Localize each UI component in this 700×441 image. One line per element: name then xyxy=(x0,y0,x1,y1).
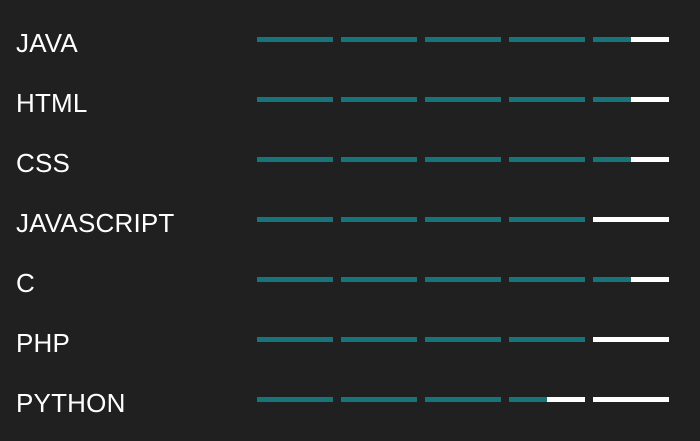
meter-segment xyxy=(257,337,333,342)
meter-segment-fill xyxy=(593,37,631,42)
skill-meter-python xyxy=(257,397,669,402)
meter-segment-fill xyxy=(593,97,631,102)
meter-segment xyxy=(257,277,333,282)
meter-segment xyxy=(593,337,669,342)
meter-segment-fill xyxy=(341,277,417,282)
meter-segment xyxy=(509,157,585,162)
meter-segment-fill xyxy=(509,97,585,102)
meter-segment xyxy=(341,277,417,282)
skill-meter-c xyxy=(257,277,669,282)
meter-segment-fill xyxy=(425,157,501,162)
skill-meter-javascript xyxy=(257,217,669,222)
skill-label-java: JAVA xyxy=(16,28,78,58)
skill-row-php: PHP xyxy=(0,323,700,383)
meter-segment xyxy=(341,397,417,402)
skill-label-javascript: JAVASCRIPT xyxy=(16,208,175,238)
skill-label-php: PHP xyxy=(16,328,71,358)
skill-meter-java xyxy=(257,37,669,42)
meter-segment xyxy=(341,157,417,162)
skill-row-html: HTML xyxy=(0,83,700,143)
meter-segment xyxy=(425,97,501,102)
meter-segment xyxy=(341,337,417,342)
meter-segment xyxy=(257,397,333,402)
skill-row-c: C xyxy=(0,263,700,323)
skill-row-css: CSS xyxy=(0,143,700,203)
meter-segment-fill xyxy=(509,337,585,342)
meter-segment xyxy=(341,37,417,42)
meter-segment-fill xyxy=(341,157,417,162)
meter-segment-fill xyxy=(341,337,417,342)
meter-segment-fill xyxy=(341,37,417,42)
meter-segment xyxy=(425,337,501,342)
meter-segment-fill xyxy=(425,337,501,342)
meter-segment xyxy=(257,217,333,222)
meter-segment xyxy=(341,217,417,222)
skill-label-python: PYTHON xyxy=(16,388,126,418)
meter-segment xyxy=(425,397,501,402)
meter-segment xyxy=(425,277,501,282)
meter-segment-fill xyxy=(425,217,501,222)
meter-segment-fill xyxy=(341,397,417,402)
meter-segment-fill xyxy=(257,277,333,282)
skill-label-c: C xyxy=(16,268,35,298)
skill-meter-php xyxy=(257,337,669,342)
meter-segment-fill xyxy=(509,217,585,222)
meter-segment-fill xyxy=(425,97,501,102)
meter-segment-fill xyxy=(593,157,631,162)
meter-segment-fill xyxy=(341,217,417,222)
meter-segment xyxy=(509,97,585,102)
meter-segment-fill xyxy=(509,397,547,402)
meter-segment xyxy=(593,397,669,402)
meter-segment xyxy=(257,37,333,42)
meter-segment-fill xyxy=(509,37,585,42)
meter-segment xyxy=(593,277,669,282)
meter-segment-fill xyxy=(509,157,585,162)
meter-segment-fill xyxy=(257,217,333,222)
meter-segment-fill xyxy=(257,337,333,342)
meter-segment-fill xyxy=(257,397,333,402)
meter-segment xyxy=(425,37,501,42)
skill-label-css: CSS xyxy=(16,148,71,178)
meter-segment xyxy=(509,337,585,342)
skill-label-html: HTML xyxy=(16,88,88,118)
meter-segment-fill xyxy=(509,277,585,282)
skill-row-java: JAVA xyxy=(0,23,700,83)
skill-meter-html xyxy=(257,97,669,102)
meter-segment-fill xyxy=(257,157,333,162)
meter-segment-fill xyxy=(425,397,501,402)
meter-segment xyxy=(593,97,669,102)
meter-segment-fill xyxy=(425,277,501,282)
meter-segment xyxy=(257,157,333,162)
meter-segment-fill xyxy=(257,97,333,102)
meter-segment xyxy=(509,397,585,402)
skill-meter-css xyxy=(257,157,669,162)
meter-segment xyxy=(257,97,333,102)
meter-segment xyxy=(425,157,501,162)
meter-segment xyxy=(509,217,585,222)
meter-segment xyxy=(593,217,669,222)
meter-segment xyxy=(593,157,669,162)
skills-panel: JAVA HTML CSS JAVASCRIPT C PHP PYTHON xyxy=(0,0,700,441)
skill-row-javascript: JAVASCRIPT xyxy=(0,203,700,263)
meter-segment-fill xyxy=(257,37,333,42)
meter-segment xyxy=(509,37,585,42)
meter-segment xyxy=(425,217,501,222)
meter-segment-fill xyxy=(341,97,417,102)
meter-segment xyxy=(593,37,669,42)
meter-segment xyxy=(341,97,417,102)
meter-segment xyxy=(509,277,585,282)
meter-segment-fill xyxy=(593,277,631,282)
meter-segment-fill xyxy=(425,37,501,42)
skill-row-python: PYTHON xyxy=(0,383,700,441)
